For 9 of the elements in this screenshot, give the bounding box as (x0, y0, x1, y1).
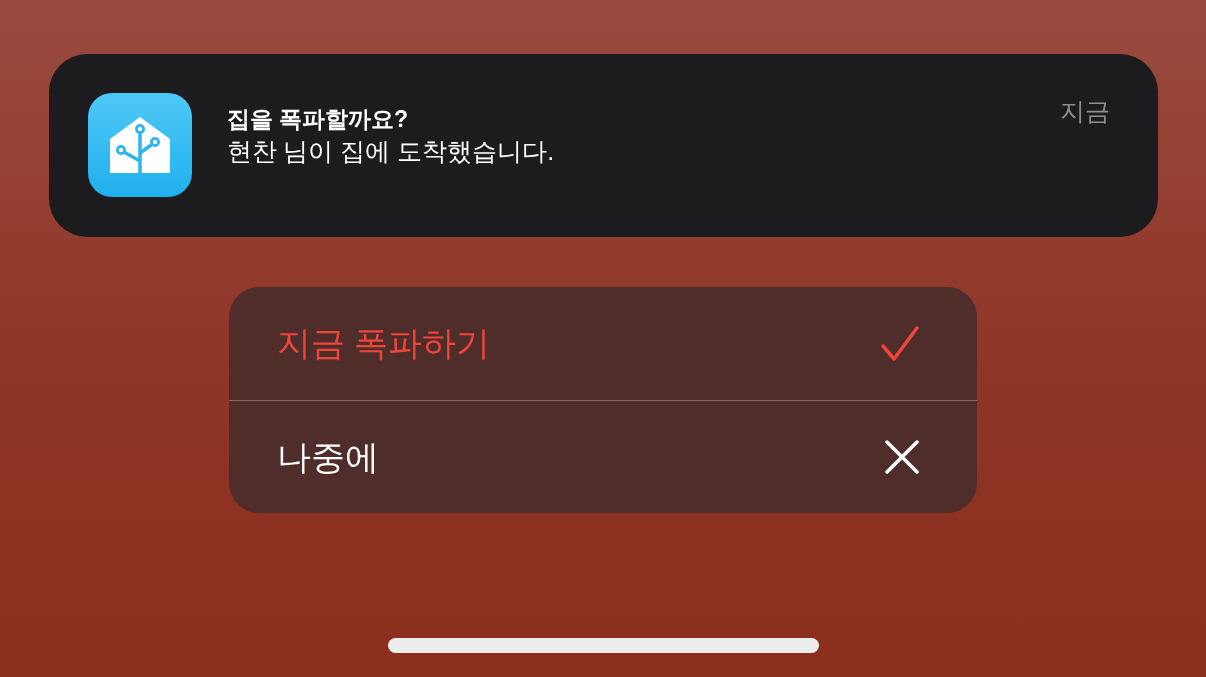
notification-message: 현찬 님이 집에 도착했습니다. (226, 135, 556, 167)
timestamp: 지금 (1059, 96, 1110, 127)
home-indicator[interactable] (387, 638, 819, 653)
app-icon (87, 93, 192, 197)
checkmark-icon (881, 325, 919, 362)
notification-title: 집을 폭파할까요? (226, 105, 409, 134)
close-icon (885, 440, 919, 474)
menu-item[interactable]: 나중에 (229, 400, 977, 513)
notification-card[interactable]: 집을 폭파할까요? 현찬 님이 집에 도착했습니다. 지금 (48, 54, 1158, 237)
